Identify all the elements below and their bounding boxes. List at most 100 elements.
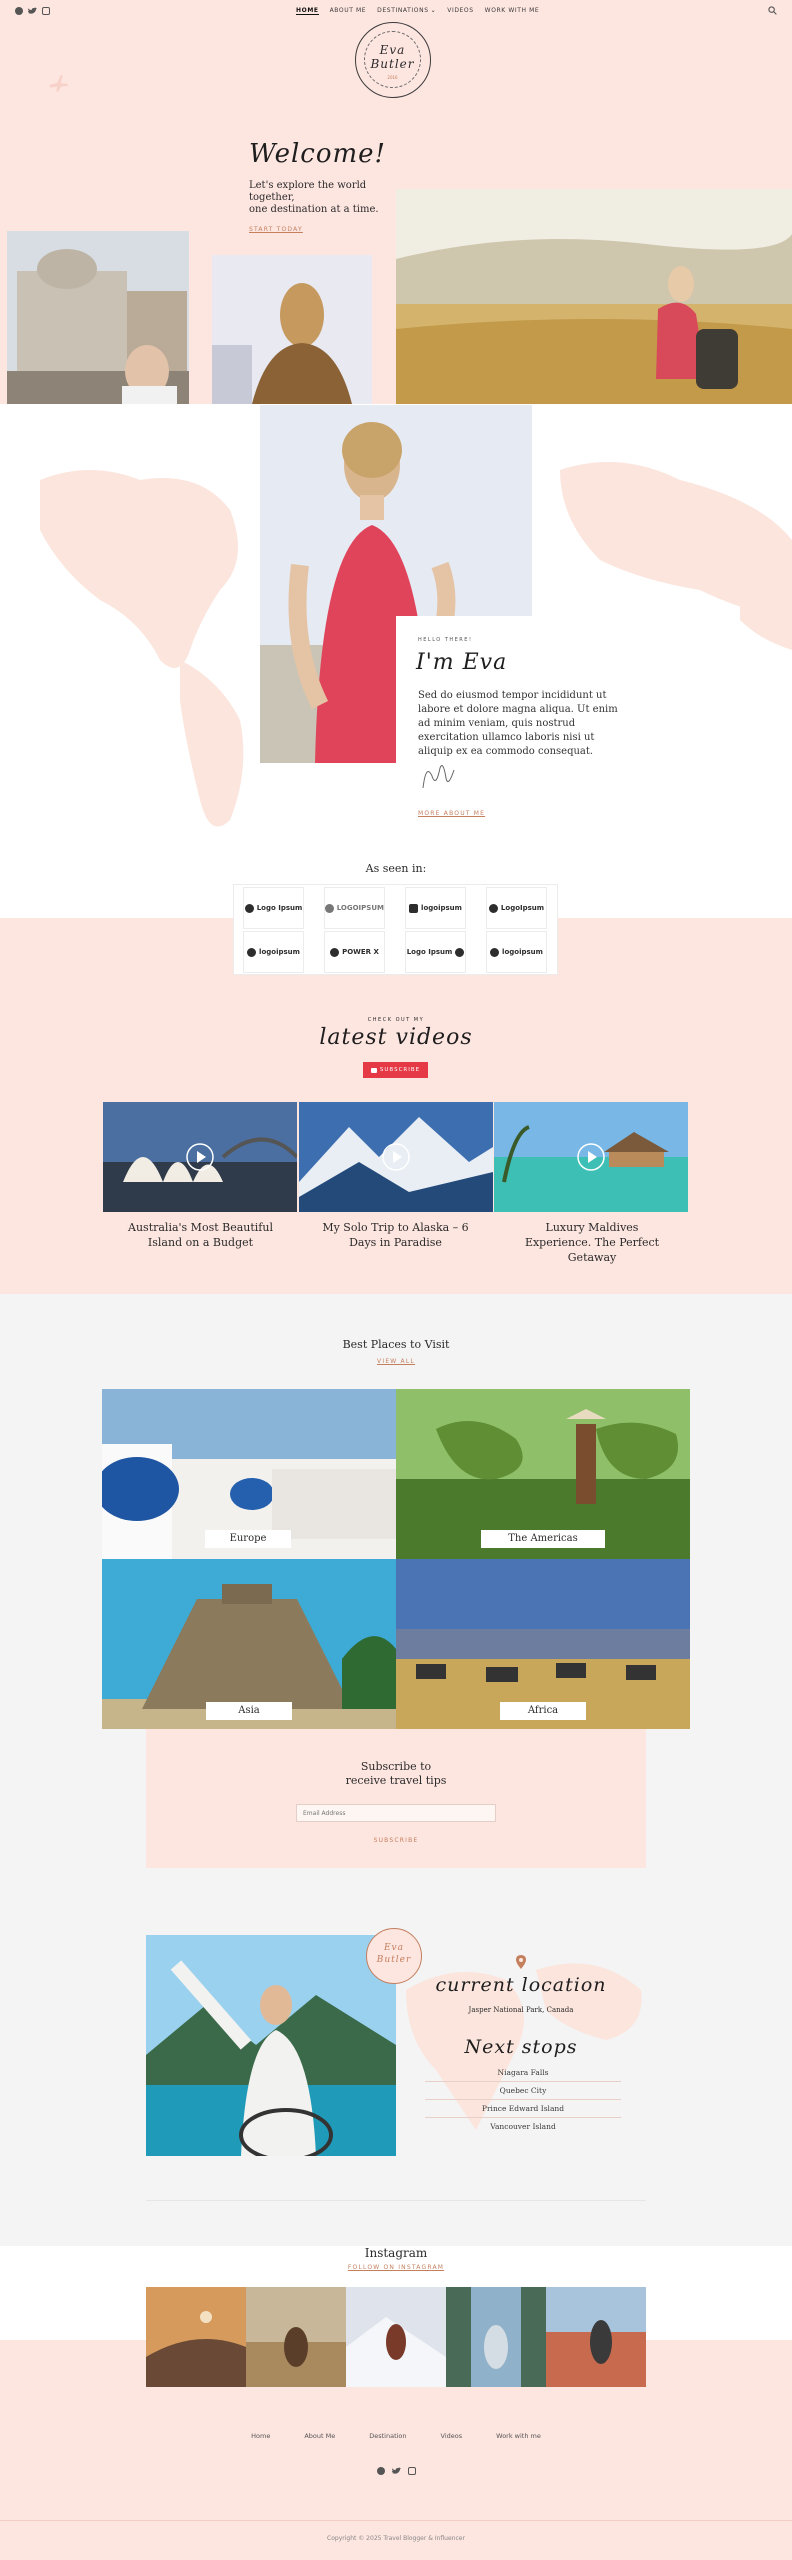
next-stop-item: Prince Edward Island xyxy=(425,2100,621,2118)
rome-photo xyxy=(7,231,189,404)
current-location-place: Jasper National Park, Canada xyxy=(468,2006,574,2014)
place-label-africa[interactable]: Africa xyxy=(500,1702,586,1720)
copyright-text: Copyright © 2025 Travel Blogger & Influe… xyxy=(327,2535,465,2542)
footer-link-work[interactable]: Work with me xyxy=(496,2432,541,2440)
footer-social-icons xyxy=(0,2467,792,2475)
site-logo[interactable]: Eva Butler 2016 xyxy=(355,22,431,98)
press-logo: Logo Ipsum xyxy=(405,931,466,973)
instagram-photo[interactable] xyxy=(146,2287,246,2387)
twitter-icon[interactable] xyxy=(28,7,37,15)
video-title[interactable]: Australia's Most Beautiful Island on a B… xyxy=(123,1220,278,1250)
subscribe-label: SUBSCRIBE xyxy=(379,1067,421,1073)
press-logo-text: LogoIpsum xyxy=(500,904,545,912)
about-title: I'm Eva xyxy=(416,650,508,675)
next-stop-item: Quebec City xyxy=(425,2082,621,2100)
logo-mark-icon xyxy=(488,903,498,913)
press-logo: logoipsum xyxy=(405,887,466,929)
logo-mark-icon xyxy=(247,947,257,957)
nav-work[interactable]: WORK WITH ME xyxy=(485,7,540,15)
press-logo-text: logoipsum xyxy=(502,948,543,956)
play-icon[interactable] xyxy=(576,1142,606,1172)
next-stops-title: Next stops xyxy=(464,2036,578,2058)
social-icons xyxy=(15,7,50,15)
plane-icon xyxy=(49,74,69,93)
next-stop-item: Niagara Falls xyxy=(425,2064,621,2082)
footer-divider xyxy=(0,2520,792,2521)
logo-mark-icon xyxy=(455,947,465,957)
next-stops-list: Niagara Falls Quebec City Prince Edward … xyxy=(425,2064,621,2135)
videos-eyebrow: CHECK OUT MY xyxy=(367,1017,425,1023)
instagram-photo[interactable] xyxy=(446,2287,546,2387)
current-location-title: current location xyxy=(435,1974,607,1996)
email-field[interactable] xyxy=(296,1804,496,1822)
search-icon[interactable] xyxy=(768,6,777,15)
city-girl-photo xyxy=(212,255,372,404)
map-pin-icon xyxy=(516,1955,526,1969)
video-title[interactable]: My Solo Trip to Alaska – 6 Days in Parad… xyxy=(318,1220,473,1250)
press-logo-text: LOGOIPSUM xyxy=(336,904,384,912)
signature-image xyxy=(422,765,455,789)
nav-about[interactable]: ABOUT ME xyxy=(330,7,367,15)
subscribe-box xyxy=(146,1729,646,1868)
seen-in-title: As seen in: xyxy=(365,862,427,875)
more-about-me-link[interactable]: MORE ABOUT ME xyxy=(418,810,485,817)
press-logo-text: Logo Ipsum xyxy=(256,904,303,912)
about-body: Sed do eiusmod tempor incididunt ut labo… xyxy=(418,690,618,757)
footer-link-destination[interactable]: Destination xyxy=(369,2432,406,2440)
footer-link-videos[interactable]: Videos xyxy=(441,2432,463,2440)
hero-tagline-1: Let's explore the world together, xyxy=(249,180,367,203)
youtube-icon xyxy=(370,1067,377,1073)
subscribe-button[interactable]: SUBSCRIBE xyxy=(146,1837,646,1844)
nav-videos[interactable]: VIDEOS xyxy=(447,7,473,15)
about-card: HELLO THERE! I'm Eva Sed do eiusmod temp… xyxy=(396,616,656,826)
press-logo-text: logoipsum xyxy=(259,948,300,956)
boat-photo xyxy=(146,1935,396,2156)
main-nav: HOME ABOUT ME DESTINATIONS ⌄ VIDEOS WORK … xyxy=(296,7,539,15)
footer-link-home[interactable]: Home xyxy=(251,2432,270,2440)
play-icon[interactable] xyxy=(381,1142,411,1172)
view-all-link[interactable]: VIEW ALL xyxy=(0,1358,792,1365)
logo-mark-icon xyxy=(330,947,340,957)
subscribe-title-1: Subscribe to xyxy=(360,1760,432,1773)
footer-link-about[interactable]: About Me xyxy=(304,2432,335,2440)
subscribe-title-2: receive travel tips xyxy=(345,1774,447,1787)
press-logo: LOGOIPSUM xyxy=(324,887,385,929)
hero-tagline-2: one destination at a time. xyxy=(249,204,379,215)
logo-name-line1: Eva xyxy=(379,43,406,57)
press-logo: Logo Ipsum xyxy=(243,887,304,929)
facebook-icon[interactable] xyxy=(376,2467,385,2475)
instagram-photo[interactable] xyxy=(546,2287,646,2387)
subscribe-youtube-button[interactable]: SUBSCRIBE xyxy=(363,1062,428,1078)
press-logo: logoipsum xyxy=(243,931,304,973)
instagram-photo[interactable] xyxy=(246,2287,346,2387)
nav-home[interactable]: HOME xyxy=(296,7,319,15)
instagram-icon[interactable] xyxy=(407,2467,416,2475)
video-title[interactable]: Luxury Maldives Experience. The Perfect … xyxy=(512,1220,672,1265)
footer-nav: Home About Me Destination Videos Work wi… xyxy=(0,2432,792,2440)
nav-destinations-label: DESTINATIONS xyxy=(377,7,429,14)
place-label-europe[interactable]: Europe xyxy=(205,1530,291,1548)
start-today-link[interactable]: START TODAY xyxy=(249,226,303,233)
welcome-title: Welcome! xyxy=(249,139,387,169)
logo-mark-icon xyxy=(409,903,419,913)
press-logo-text: POWER X xyxy=(342,948,379,956)
press-logo: LogoIpsum xyxy=(486,887,547,929)
logo-mark-icon xyxy=(490,947,500,957)
twitter-icon[interactable] xyxy=(391,2467,401,2475)
instagram-icon[interactable] xyxy=(42,7,50,15)
places-title: Best Places to Visit xyxy=(342,1338,450,1351)
nav-destinations[interactable]: DESTINATIONS ⌄ xyxy=(377,7,436,15)
logo-mark-icon xyxy=(244,903,254,913)
play-icon[interactable] xyxy=(185,1142,215,1172)
wheatfield-photo xyxy=(396,189,792,404)
place-label-asia[interactable]: Asia xyxy=(206,1702,292,1720)
chevron-down-icon: ⌄ xyxy=(430,7,437,14)
follow-instagram-link[interactable]: FOLLOW ON INSTAGRAM xyxy=(0,2264,792,2271)
logo-name-line2: Butler xyxy=(370,57,415,71)
next-stop-item: Vancouver Island xyxy=(490,2122,556,2131)
facebook-icon[interactable] xyxy=(15,7,23,15)
place-label-americas[interactable]: The Americas xyxy=(481,1530,605,1548)
instagram-photo[interactable] xyxy=(346,2287,446,2387)
press-logo-text: logoipsum xyxy=(421,904,462,912)
logo-year: 2016 xyxy=(387,75,398,80)
